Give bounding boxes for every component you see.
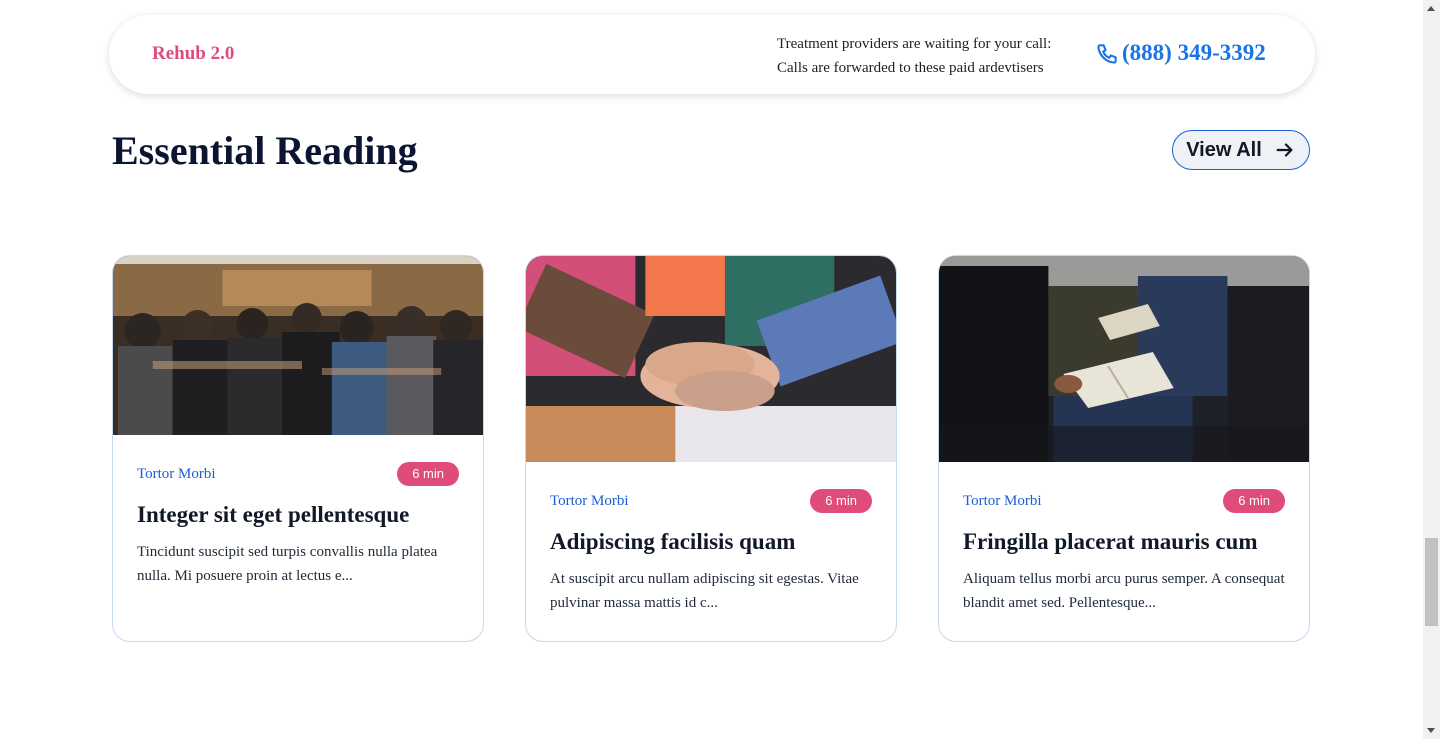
phone-number: (888) 349-3392 (1122, 40, 1266, 65)
card-meta: Tortor Morbi 6 min (137, 462, 459, 486)
phone-link[interactable]: (888) 349-3392 (1096, 40, 1266, 66)
stacked-hands-photo[interactable] (526, 256, 896, 462)
card-meta: Tortor Morbi 6 min (550, 489, 872, 513)
card-title[interactable]: Fringilla placerat mauris cum (963, 525, 1285, 559)
view-all-label: View All (1186, 138, 1262, 161)
call-notice: Treatment providers are waiting for your… (777, 32, 1051, 80)
notice-line-2: Calls are forwarded to these paid ardevt… (777, 60, 1044, 76)
card-meta: Tortor Morbi 6 min (963, 489, 1285, 513)
vertical-scrollbar[interactable] (1423, 0, 1440, 739)
page: Rehub 2.0 Treatment providers are waitin… (0, 0, 1423, 739)
top-bar: Rehub 2.0 Treatment providers are waitin… (109, 15, 1315, 94)
view-all-button[interactable]: View All (1172, 130, 1310, 170)
arrow-right-icon (1276, 143, 1293, 157)
article-card[interactable]: Tortor Morbi 6 min Integer sit eget pell… (112, 255, 484, 642)
read-time-badge: 6 min (397, 462, 459, 486)
read-time-badge: 6 min (1223, 489, 1285, 513)
category-link[interactable]: Tortor Morbi (137, 466, 216, 483)
group-hug-image (113, 256, 483, 435)
card-excerpt: Aliquam tellus morbi arcu purus semper. … (963, 571, 1285, 611)
brand-logo[interactable]: Rehub 2.0 (152, 43, 234, 65)
group-hug-photo[interactable] (113, 256, 483, 435)
notebook-meeting-photo[interactable] (939, 256, 1309, 462)
section-title: Essential Reading (112, 128, 418, 173)
category-link[interactable]: Tortor Morbi (550, 493, 629, 510)
notebook-meeting-image (939, 256, 1309, 462)
notice-line-1: Treatment providers are waiting for your… (777, 36, 1052, 52)
article-card[interactable]: Tortor Morbi 6 min Adipiscing facilisis … (525, 255, 897, 642)
category-link[interactable]: Tortor Morbi (963, 493, 1042, 510)
scrollbar-thumb[interactable] (1425, 538, 1438, 626)
phone-icon (1097, 43, 1117, 64)
scroll-up-arrow-icon[interactable] (1427, 6, 1435, 11)
card-title[interactable]: Adipiscing facilisis quam (550, 525, 872, 559)
card-body: Tortor Morbi 6 min Integer sit eget pell… (137, 462, 459, 588)
card-excerpt: Tincidunt suscipit sed turpis convallis … (137, 544, 438, 584)
card-body: Tortor Morbi 6 min Adipiscing facilisis … (550, 489, 872, 615)
read-time-badge: 6 min (810, 489, 872, 513)
stacked-hands-image (526, 256, 896, 462)
card-body: Tortor Morbi 6 min Fringilla placerat ma… (963, 489, 1285, 615)
article-card[interactable]: Tortor Morbi 6 min Fringilla placerat ma… (938, 255, 1310, 642)
scroll-down-arrow-icon[interactable] (1427, 728, 1435, 733)
card-title[interactable]: Integer sit eget pellentesque (137, 498, 459, 532)
card-excerpt: At suscipit arcu nullam adipiscing sit e… (550, 571, 859, 611)
